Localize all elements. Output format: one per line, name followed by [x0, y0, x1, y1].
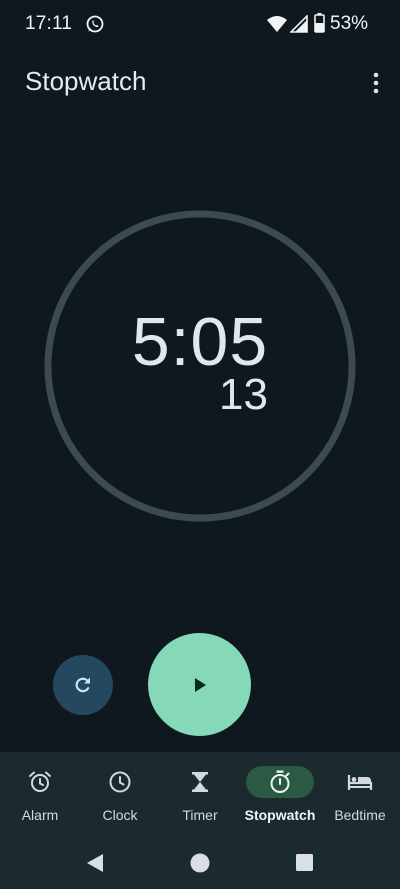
reset-icon [75, 677, 90, 693]
hourglass-icon [192, 772, 208, 792]
battery-icon [314, 13, 325, 33]
recents-icon[interactable] [296, 854, 313, 871]
home-icon[interactable] [190, 853, 210, 873]
bed-icon [347, 775, 373, 790]
nav-icon-container [88, 766, 152, 798]
status-bar: 17:11 53% [0, 0, 400, 48]
nav-label-clock: Clock [102, 807, 138, 823]
system-nav-bar [0, 838, 400, 889]
elapsed-time: 5:05 [131, 304, 269, 380]
page-title: Stopwatch [25, 66, 147, 96]
alarm-icon [29, 771, 51, 792]
stopwatch-icon [270, 770, 290, 793]
nav-item-timer[interactable]: Timer [160, 752, 240, 838]
wifi-icon [267, 16, 287, 32]
nav-item-alarm[interactable]: Alarm [0, 752, 80, 838]
status-time: 17:11 [25, 13, 73, 34]
clock-icon [109, 771, 131, 793]
nav-icon-container [8, 766, 72, 798]
nav-label-bedtime: Bedtime [334, 807, 386, 823]
nav-item-bedtime[interactable]: Bedtime [320, 752, 400, 838]
nav-label-stopwatch: Stopwatch [244, 807, 316, 823]
nav-icon-container-active [246, 766, 314, 798]
nav-label-alarm: Alarm [21, 807, 59, 823]
nav-icon-container [168, 766, 232, 798]
battery-percent: 53% [330, 13, 369, 34]
back-icon[interactable] [86, 853, 104, 873]
nav-item-clock[interactable]: Clock [80, 752, 160, 838]
nav-icon-container [328, 766, 392, 798]
whatsapp-icon [86, 15, 104, 33]
bottom-navigation: Alarm Clock Timer Stopwatch Bedtime [0, 752, 400, 838]
reset-button[interactable] [53, 655, 113, 715]
play-icon [194, 677, 206, 692]
nav-label-timer: Timer [182, 807, 218, 823]
play-button[interactable] [148, 633, 251, 736]
nav-item-stopwatch[interactable]: Stopwatch [240, 752, 320, 838]
signal-icon [290, 15, 308, 33]
elapsed-hundredths: 13 [219, 370, 268, 419]
more-vert-icon[interactable] [366, 70, 386, 96]
